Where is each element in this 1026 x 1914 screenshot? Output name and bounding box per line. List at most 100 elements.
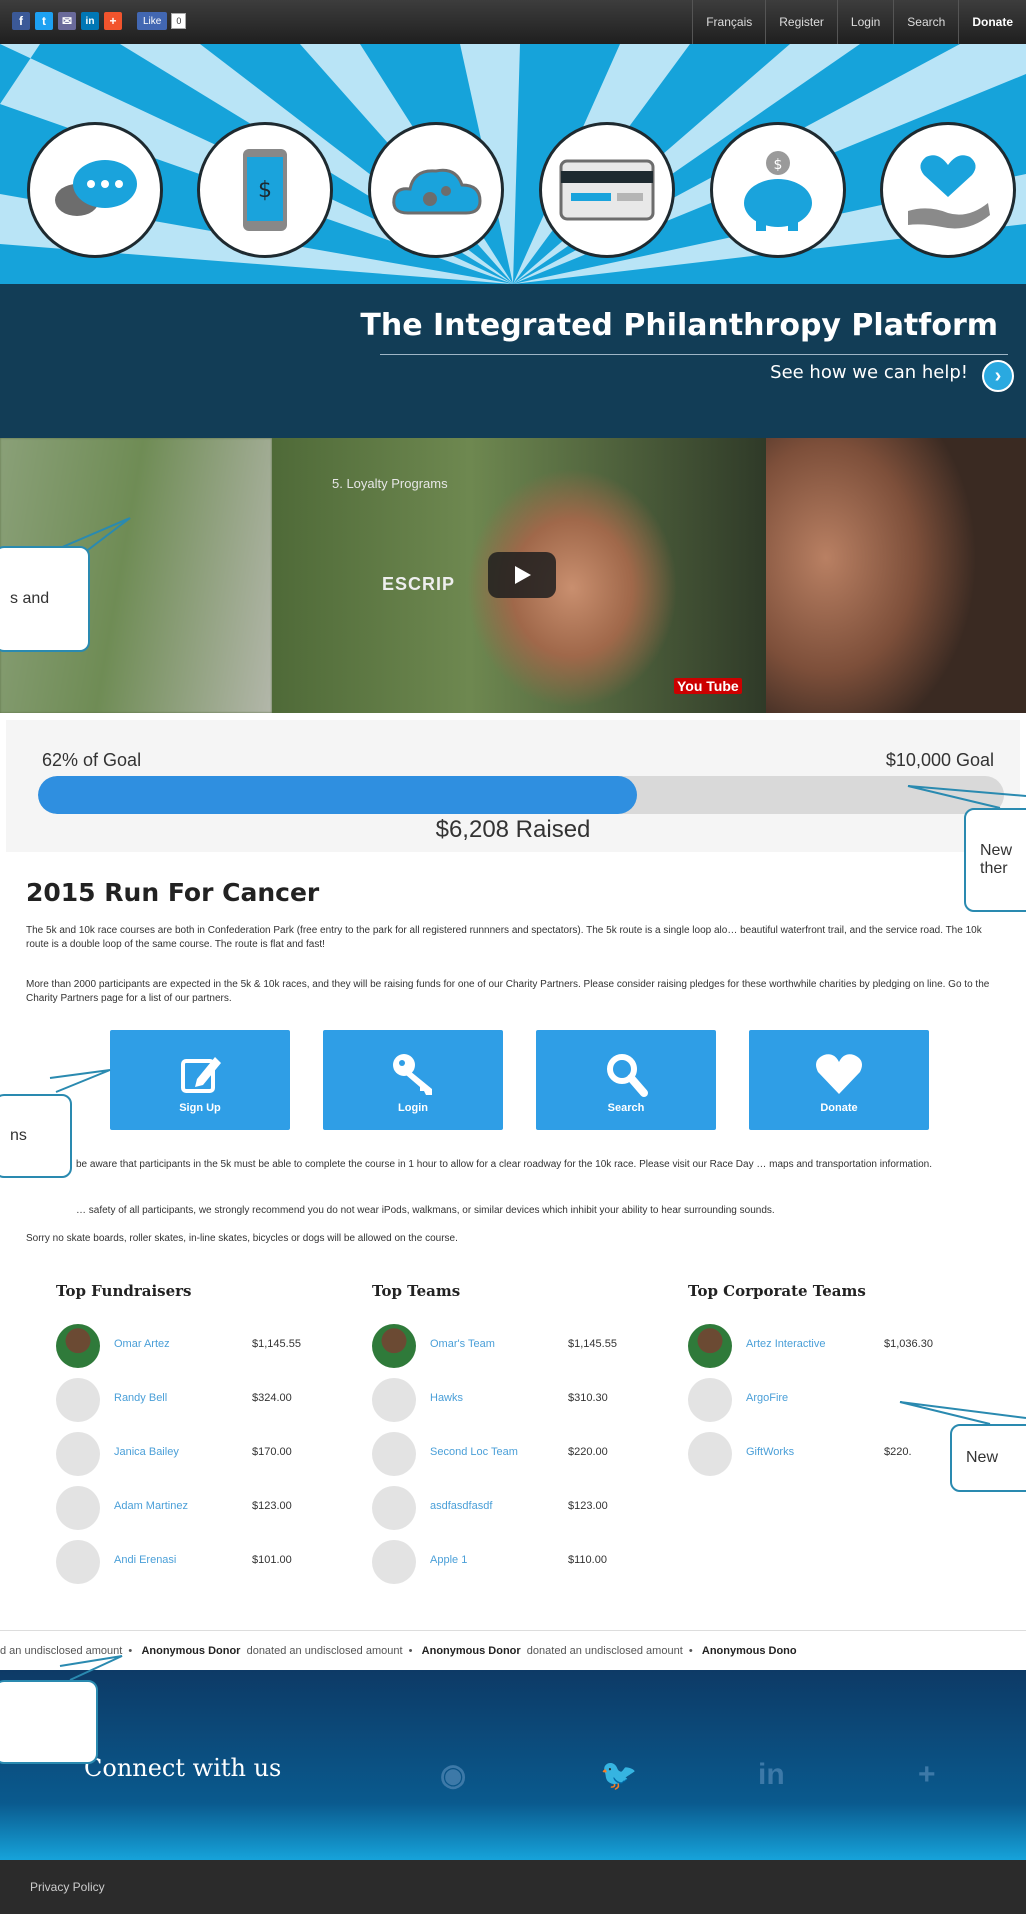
- avatar: [56, 1540, 100, 1584]
- callout-text: ther: [980, 860, 1008, 877]
- connect-section: Connect with us ◉ 🐦 in +: [0, 1670, 1026, 1860]
- nav-donate[interactable]: Donate: [958, 0, 1026, 44]
- avatar: [688, 1324, 732, 1368]
- action-tiles: Sign Up Login Search Donate: [110, 1030, 929, 1130]
- annotation-callout: s and: [0, 546, 90, 652]
- donate-button[interactable]: Donate: [749, 1030, 929, 1130]
- linkedin-icon[interactable]: in: [81, 12, 99, 30]
- cloud-gears-icon: [368, 122, 504, 258]
- ticker-text: d an undisclosed amount: [0, 1645, 123, 1657]
- annotation-callout: ns: [0, 1094, 72, 1178]
- search-icon: [604, 1046, 648, 1102]
- platform-banner: The Integrated Philanthropy Platform See…: [0, 284, 1026, 438]
- like-button[interactable]: Like: [137, 12, 168, 30]
- amount: $1,145.55: [252, 1338, 301, 1350]
- annotated-screenshot: f t ✉ in + Like 0 Français Register Logi…: [0, 0, 1026, 1914]
- list-item: ArgoFire: [664, 1378, 964, 1432]
- team-link[interactable]: Apple 1: [430, 1554, 467, 1566]
- ticker-text: donated an undisclosed amount: [526, 1645, 683, 1657]
- svg-text:$: $: [258, 178, 272, 203]
- list-item: Randy Bell $324.00: [32, 1378, 332, 1432]
- nav-search[interactable]: Search: [893, 0, 958, 44]
- corporate-team-link[interactable]: ArgoFire: [746, 1392, 788, 1404]
- ticker-text: donated an undisclosed amount: [246, 1645, 403, 1657]
- amount: $220.00: [568, 1446, 608, 1458]
- top-fundraisers-list: Top Fundraisers Omar Artez $1,145.55 Rand…: [32, 1282, 332, 1594]
- footer-bar: Privacy Policy: [0, 1860, 1026, 1914]
- login-button[interactable]: Login: [323, 1030, 503, 1130]
- video-sign-text: ESCRIP: [382, 574, 456, 594]
- progress-fill: [38, 776, 637, 814]
- share-bar: f t ✉ in + Like 0: [12, 12, 187, 30]
- annotation-callout: [0, 1680, 98, 1764]
- linkedin-icon[interactable]: in: [758, 1758, 785, 1792]
- avatar: [372, 1540, 416, 1584]
- heart-hand-icon: [880, 122, 1016, 258]
- sign-up-label: Sign Up: [179, 1102, 221, 1114]
- credit-card-icon: [539, 122, 675, 258]
- key-icon: [390, 1046, 436, 1102]
- fundraiser-link[interactable]: Randy Bell: [114, 1392, 167, 1404]
- youtube-logo[interactable]: You Tube: [674, 678, 742, 694]
- corporate-team-link[interactable]: GiftWorks: [746, 1446, 794, 1458]
- event-paragraph-2: More than 2000 participants are expected…: [26, 979, 990, 1004]
- avatar: [372, 1432, 416, 1476]
- privacy-policy-link[interactable]: Privacy Policy: [30, 1880, 105, 1894]
- twitter-icon[interactable]: t: [35, 12, 53, 30]
- fundraiser-link[interactable]: Janica Bailey: [114, 1446, 179, 1458]
- team-link[interactable]: Hawks: [430, 1392, 463, 1404]
- corporate-team-link[interactable]: Artez Interactive: [746, 1338, 825, 1350]
- avatar: [56, 1324, 100, 1368]
- list-item: GiftWorks $220.: [664, 1432, 964, 1486]
- top-corporate-teams-list: Top Corporate Teams Artez Interactive $1,…: [664, 1282, 964, 1486]
- like-count: 0: [171, 13, 187, 29]
- fundraiser-link[interactable]: Andi Erenasi: [114, 1554, 176, 1566]
- search-button[interactable]: Search: [536, 1030, 716, 1130]
- fundraising-site: f t ✉ in + Like 0 Français Register Logi…: [0, 0, 1026, 1914]
- top-bar: f t ✉ in + Like 0 Français Register Logi…: [0, 0, 1026, 44]
- avatar: [372, 1486, 416, 1530]
- list-item: Andi Erenasi $101.00: [32, 1540, 332, 1594]
- fundraiser-link[interactable]: Omar Artez: [114, 1338, 170, 1350]
- github-icon[interactable]: ◉: [440, 1758, 466, 1793]
- addthis-icon[interactable]: +: [104, 12, 122, 30]
- facebook-icon[interactable]: f: [12, 12, 30, 30]
- list-item: Omar's Team $1,145.55: [348, 1324, 648, 1378]
- avatar: [688, 1432, 732, 1476]
- nav-register[interactable]: Register: [765, 0, 837, 44]
- callout-text: New: [966, 1449, 999, 1466]
- video-player[interactable]: 5. Loyalty Programs ESCRIP You Tube: [0, 438, 1026, 713]
- see-how-link[interactable]: See how we can help!: [770, 362, 968, 383]
- team-link[interactable]: Omar's Team: [430, 1338, 495, 1350]
- donation-ticker: d an undisclosed amount • Anonymous Dono…: [0, 1630, 1026, 1670]
- facebook-like-widget[interactable]: Like 0: [137, 12, 187, 30]
- list-item: Hawks $310.30: [348, 1378, 648, 1432]
- list-item: Adam Martinez $123.00: [32, 1486, 332, 1540]
- nav-login[interactable]: Login: [836, 0, 893, 44]
- event-paragraph-1: The 5k and 10k race courses are both in …: [26, 925, 982, 950]
- fundraising-progress: 62% of Goal $10,000 Goal $6,208 Raised: [6, 720, 1020, 852]
- svg-text:$: $: [774, 157, 783, 173]
- sign-up-button[interactable]: Sign Up: [110, 1030, 290, 1130]
- top-teams-list: Top Teams Omar's Team $1,145.55 Hawks $310…: [348, 1282, 648, 1594]
- addthis-icon[interactable]: +: [918, 1758, 936, 1792]
- donate-label: Donate: [820, 1102, 858, 1114]
- ticker-donor: Anonymous Dono: [701, 1645, 797, 1657]
- team-link[interactable]: asdfasdfasdf: [430, 1500, 492, 1512]
- email-icon[interactable]: ✉: [58, 12, 76, 30]
- list-item: Artez Interactive $1,036.30: [664, 1324, 964, 1378]
- play-icon[interactable]: [488, 552, 556, 598]
- team-link[interactable]: Second Loc Team: [430, 1446, 518, 1458]
- twitter-icon[interactable]: 🐦: [600, 1758, 637, 1793]
- list-item: asdfasdfasdf $123.00: [348, 1486, 648, 1540]
- nav-language[interactable]: Français: [692, 0, 765, 44]
- list-item: Janica Bailey $170.00: [32, 1432, 332, 1486]
- ticker-donor: Anonymous Donor: [141, 1645, 241, 1657]
- event-paragraph-5: Sorry no skate boards, roller skates, in…: [26, 1233, 458, 1244]
- fundraiser-link[interactable]: Adam Martinez: [114, 1500, 188, 1512]
- percent-of-goal: 62% of Goal: [42, 750, 142, 770]
- ticker-donor: Anonymous Donor: [421, 1645, 521, 1657]
- callout-text: s and: [10, 590, 50, 607]
- arrow-right-icon[interactable]: ›: [982, 360, 1014, 392]
- callout-text: ns: [10, 1127, 27, 1144]
